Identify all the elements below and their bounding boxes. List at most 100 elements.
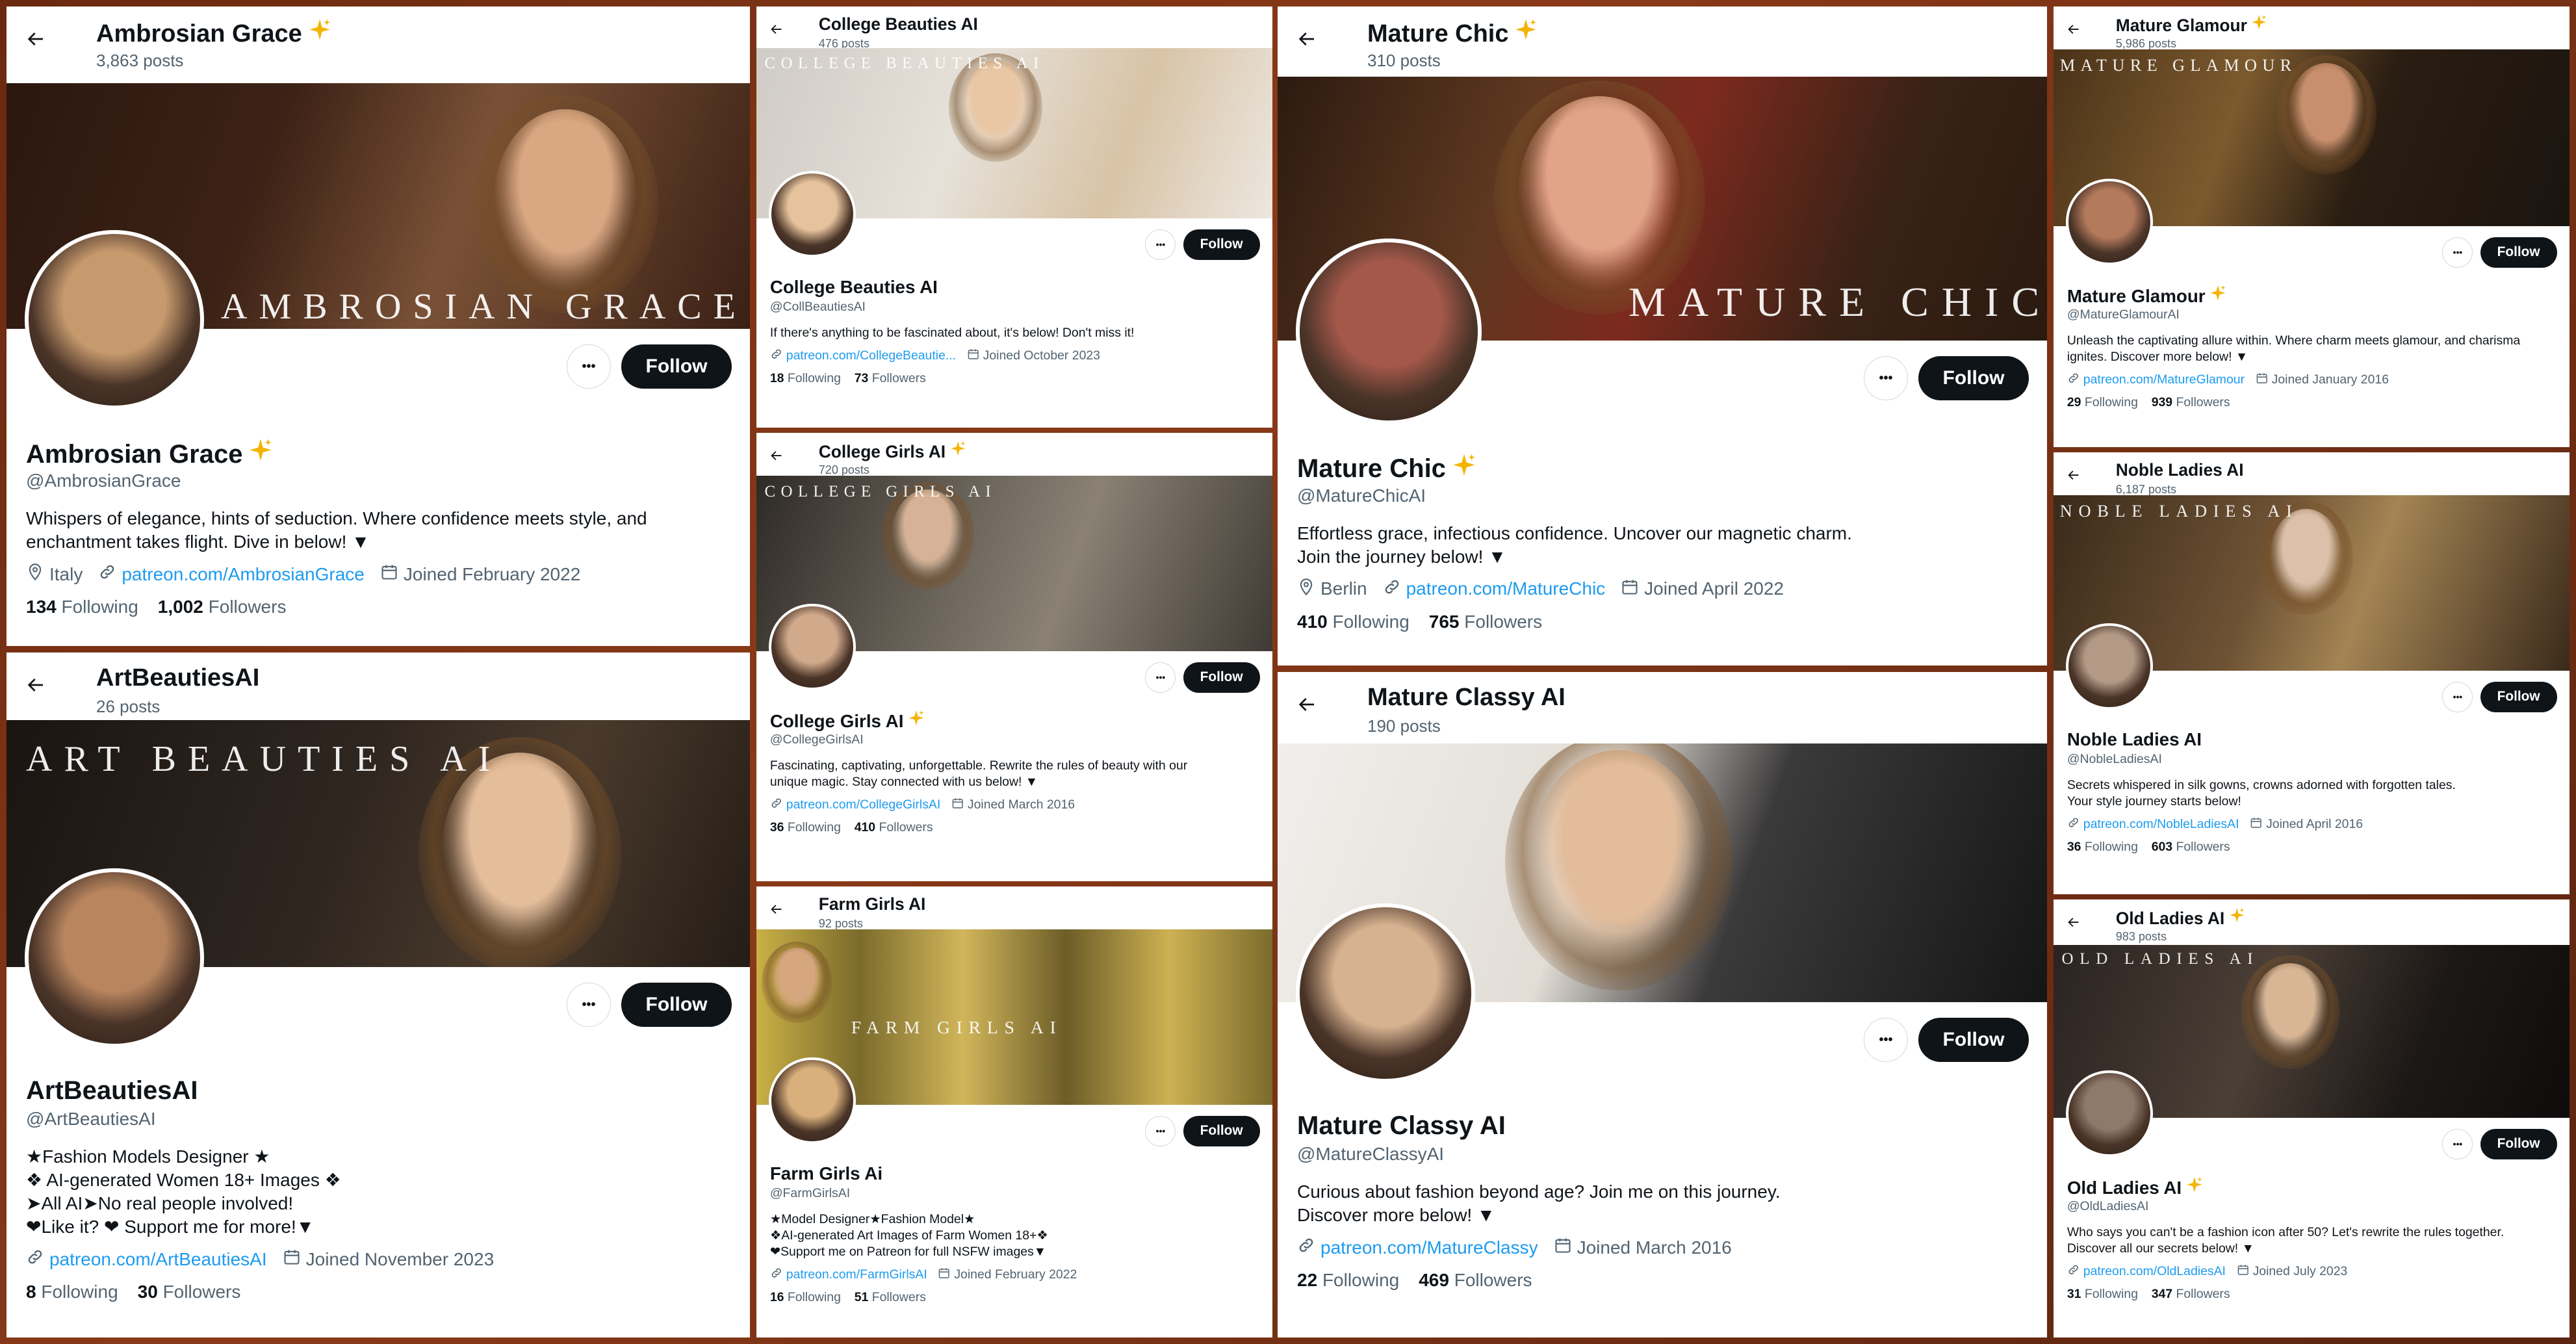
profile-link-text[interactable]: patreon.com/CollegeBeautie... bbox=[786, 348, 956, 363]
back-arrow-icon[interactable] bbox=[1296, 694, 1317, 715]
profile-link-text[interactable]: patreon.com/OldLadiesAI bbox=[2083, 1264, 2226, 1279]
follow-button[interactable]: Follow bbox=[2480, 1128, 2557, 1159]
follow-button[interactable]: Follow bbox=[1183, 1115, 1260, 1146]
follow-button[interactable]: Follow bbox=[1918, 356, 2029, 400]
profile-link[interactable]: patreon.com/NobleLadiesAI bbox=[2067, 816, 2239, 833]
follow-button[interactable]: Follow bbox=[1918, 1018, 2029, 1062]
follow-button[interactable]: Follow bbox=[2480, 681, 2557, 712]
followers-count[interactable]: 765 Followers bbox=[1429, 612, 1542, 632]
profile-link[interactable]: patreon.com/AmbrosianGrace bbox=[98, 563, 365, 586]
profile-link-text[interactable]: patreon.com/CollegeGirlsAI bbox=[786, 797, 940, 812]
profile-link[interactable]: patreon.com/FarmGirlsAI bbox=[770, 1267, 927, 1283]
more-options-button[interactable]: ••• bbox=[1145, 662, 1176, 693]
back-arrow-icon[interactable] bbox=[769, 902, 783, 916]
followers-count[interactable]: 939 Followers bbox=[2152, 395, 2230, 409]
profile-link-text[interactable]: patreon.com/ArtBeautiesAI bbox=[49, 1249, 267, 1270]
more-options-button[interactable]: ••• bbox=[567, 983, 611, 1027]
profile-avatar[interactable] bbox=[769, 170, 856, 257]
following-count[interactable]: 22 Following bbox=[1297, 1270, 1399, 1290]
profile-link-text[interactable]: patreon.com/NobleLadiesAI bbox=[2083, 817, 2239, 832]
following-count[interactable]: 36 Following bbox=[2067, 840, 2138, 854]
header-name-text: College Girls AI bbox=[818, 441, 946, 461]
post-count: 310 posts bbox=[1367, 51, 1441, 70]
profile-display-name: Noble Ladies AI bbox=[2067, 729, 2202, 750]
profile-link[interactable]: patreon.com/ArtBeautiesAI bbox=[26, 1248, 267, 1271]
profile-link[interactable]: patreon.com/MatureGlamour bbox=[2067, 372, 2245, 388]
more-options-button[interactable]: ••• bbox=[2442, 237, 2473, 268]
calendar-icon bbox=[967, 348, 979, 364]
following-count[interactable]: 134 Following bbox=[26, 597, 138, 617]
profile-avatar[interactable] bbox=[25, 868, 204, 1048]
header-name: Farm Girls AI bbox=[819, 894, 926, 914]
sparkle-icon bbox=[1513, 18, 1538, 49]
profile-avatar[interactable] bbox=[1296, 238, 1482, 424]
profile-link-text[interactable]: patreon.com/MatureGlamour bbox=[2083, 372, 2245, 387]
joined-date: Joined April 2022 bbox=[1621, 578, 1784, 601]
back-arrow-icon[interactable] bbox=[2066, 22, 2080, 36]
follow-button[interactable]: Follow bbox=[2480, 237, 2557, 268]
profile-link-text[interactable]: patreon.com/FarmGirlsAI bbox=[786, 1267, 927, 1282]
following-count[interactable]: 16 Following bbox=[770, 1290, 841, 1304]
followers-count[interactable]: 30 Followers bbox=[138, 1282, 241, 1302]
followers-count[interactable]: 1,002 Followers bbox=[158, 597, 287, 617]
back-arrow-icon[interactable] bbox=[769, 22, 783, 36]
profile-link[interactable]: patreon.com/MatureClassy bbox=[1297, 1236, 1538, 1259]
more-options-button[interactable]: ••• bbox=[1864, 356, 1908, 400]
followers-label: Followers bbox=[162, 1282, 241, 1302]
bio-line: ❖ AI-generated Women 18+ Images ❖ bbox=[26, 1170, 341, 1191]
banner-title: OLD LADIES AI bbox=[2061, 950, 2260, 968]
bio-line: Whispers of elegance, hints of seduction… bbox=[26, 508, 647, 529]
back-arrow-icon[interactable] bbox=[2066, 915, 2080, 929]
followers-count[interactable]: 603 Followers bbox=[2152, 840, 2230, 854]
profile-avatar[interactable] bbox=[25, 230, 204, 410]
profile-meta: patreon.com/MatureGlamour Joined January … bbox=[2067, 372, 2389, 388]
more-options-button[interactable]: ••• bbox=[2442, 1128, 2473, 1159]
following-count[interactable]: 29 Following bbox=[2067, 395, 2138, 409]
followers-count[interactable]: 73 Followers bbox=[855, 371, 926, 385]
following-label: Following bbox=[61, 597, 138, 617]
back-arrow-icon[interactable] bbox=[769, 448, 783, 463]
follow-button[interactable]: Follow bbox=[621, 983, 732, 1027]
follow-button[interactable]: Follow bbox=[621, 344, 732, 389]
profile-avatar[interactable] bbox=[769, 1057, 856, 1144]
following-count[interactable]: 18 Following bbox=[770, 371, 841, 385]
profile-avatar[interactable] bbox=[769, 603, 856, 690]
followers-count[interactable]: 347 Followers bbox=[2152, 1287, 2230, 1301]
followers-count[interactable]: 51 Followers bbox=[855, 1290, 926, 1304]
follow-button[interactable]: Follow bbox=[1183, 662, 1260, 693]
followers-count[interactable]: 469 Followers bbox=[1419, 1270, 1532, 1290]
header-name: Old Ladies AI bbox=[2116, 907, 2245, 929]
back-arrow-icon[interactable] bbox=[1296, 29, 1317, 49]
following-count[interactable]: 36 Following bbox=[770, 820, 841, 834]
back-arrow-icon[interactable] bbox=[2066, 468, 2080, 482]
following-count[interactable]: 31 Following bbox=[2067, 1287, 2138, 1301]
more-options-button[interactable]: ••• bbox=[1145, 229, 1176, 260]
profile-avatar[interactable] bbox=[2066, 1070, 2153, 1157]
more-options-button[interactable]: ••• bbox=[2442, 681, 2473, 712]
header-name: ArtBeautiesAI bbox=[96, 664, 259, 692]
follow-button[interactable]: Follow bbox=[1183, 229, 1260, 260]
bio-line: Discover all our secrets below! ▼ bbox=[2067, 1241, 2254, 1256]
profile-link-text[interactable]: patreon.com/AmbrosianGrace bbox=[122, 564, 365, 585]
more-options-button[interactable]: ••• bbox=[1145, 1115, 1176, 1146]
profile-avatar[interactable] bbox=[2066, 623, 2153, 710]
profile-link-text[interactable]: patreon.com/MatureClassy bbox=[1320, 1237, 1538, 1258]
profile-link-text[interactable]: patreon.com/MatureChic bbox=[1406, 578, 1606, 599]
profile-avatar[interactable] bbox=[2066, 178, 2153, 265]
following-count[interactable]: 8 Following bbox=[26, 1282, 118, 1302]
back-arrow-icon[interactable] bbox=[25, 29, 45, 49]
followers-number: 73 bbox=[854, 370, 869, 385]
profile-link[interactable]: patreon.com/MatureChic bbox=[1383, 578, 1606, 601]
profile-link[interactable]: patreon.com/OldLadiesAI bbox=[2067, 1263, 2226, 1280]
profile-avatar[interactable] bbox=[1296, 903, 1475, 1083]
followers-count[interactable]: 410 Followers bbox=[855, 820, 933, 834]
following-count[interactable]: 410 Following bbox=[1297, 612, 1410, 632]
header-name-text: Ambrosian Grace bbox=[96, 19, 302, 47]
back-arrow-icon[interactable] bbox=[25, 675, 45, 695]
profile-link[interactable]: patreon.com/CollegeGirlsAI bbox=[770, 797, 940, 813]
profile-card: Ambrosian Grace 3,863 posts AMBROSIAN GRAC… bbox=[6, 6, 750, 646]
profile-link[interactable]: patreon.com/CollegeBeautie... bbox=[770, 348, 956, 364]
more-options-button[interactable]: ••• bbox=[1864, 1018, 1908, 1062]
profile-header: ArtBeautiesAI 26 posts bbox=[6, 653, 750, 720]
more-options-button[interactable]: ••• bbox=[567, 344, 611, 389]
